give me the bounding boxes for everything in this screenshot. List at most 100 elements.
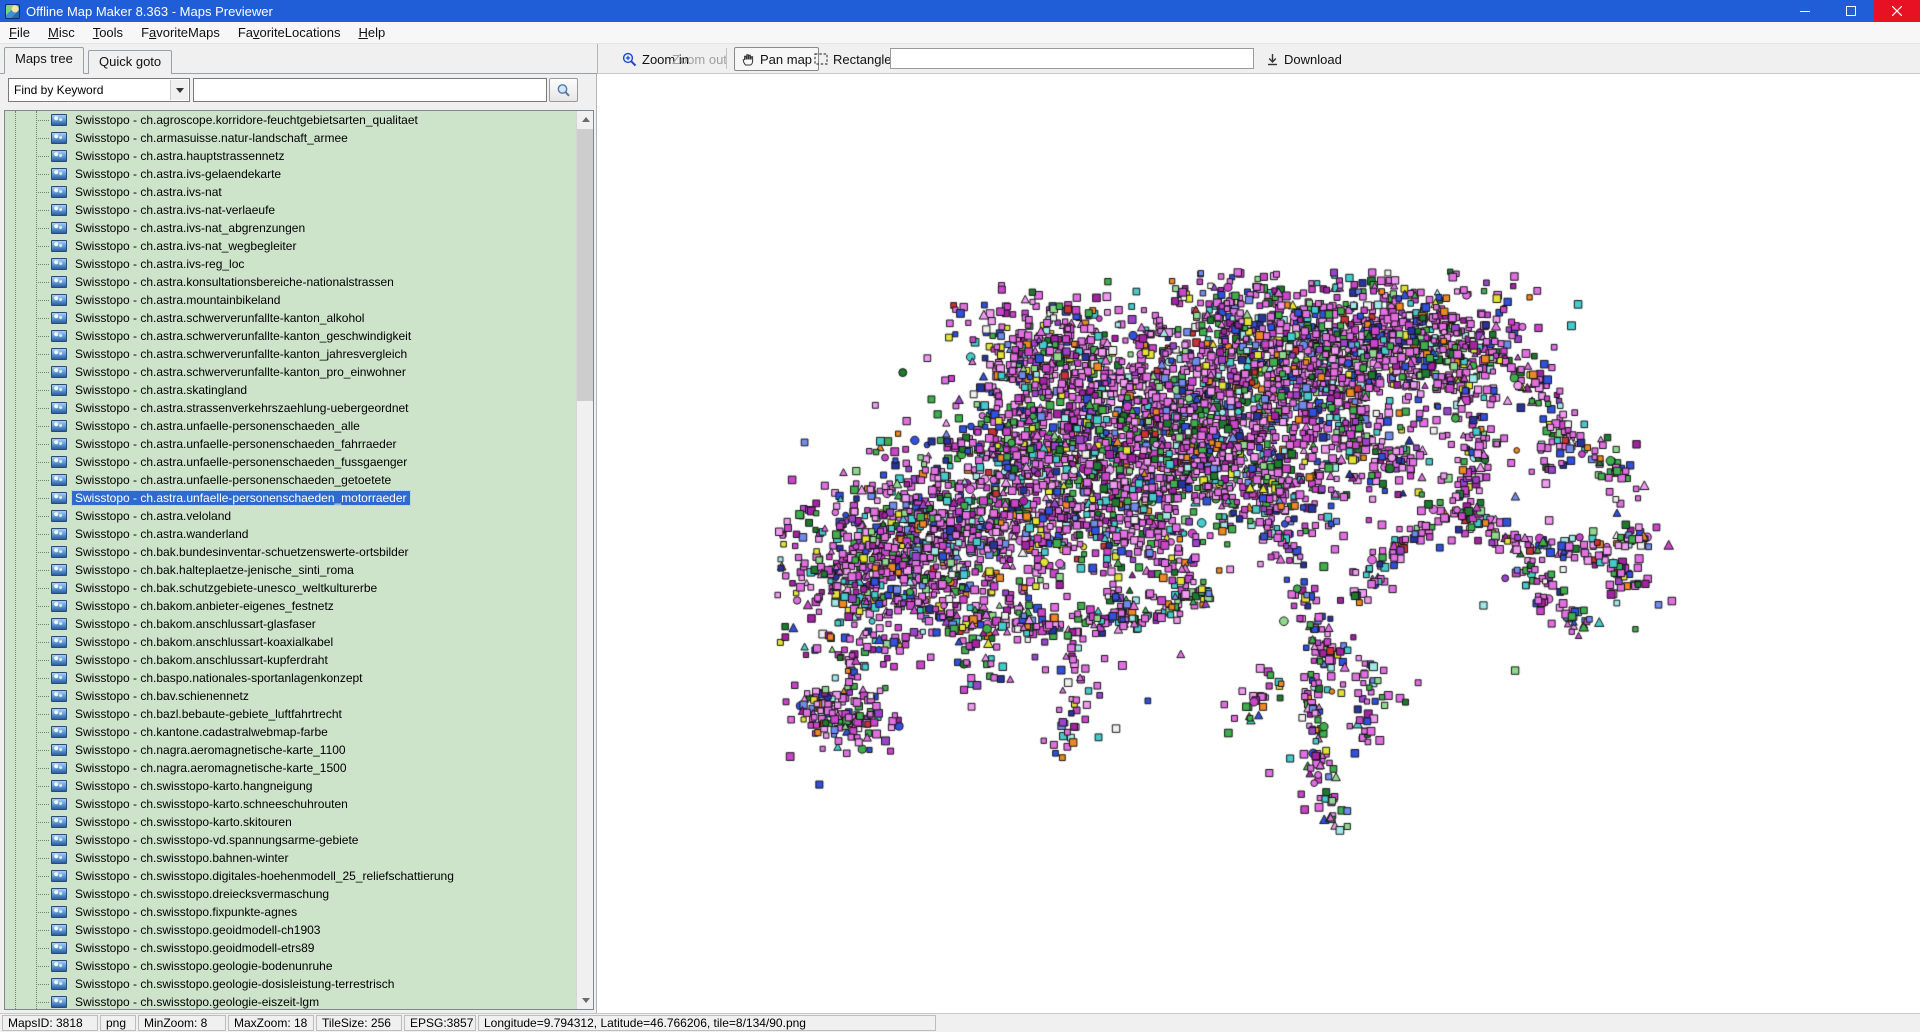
- tree-item[interactable]: Swisstopo - ch.swisstopo-karto.skitouren: [5, 813, 577, 831]
- map-layer-icon: [51, 240, 67, 252]
- tree-item[interactable]: Swisstopo - ch.swisstopo.geologie-eiszei…: [5, 993, 577, 1009]
- tree-item[interactable]: Swisstopo - ch.swisstopo-karto.hangneigu…: [5, 777, 577, 795]
- pan-hand-icon: [742, 54, 754, 66]
- tree-scrollbar[interactable]: [576, 111, 593, 1009]
- tree-item[interactable]: Swisstopo - ch.astra.unfaelle-personensc…: [5, 417, 577, 435]
- tree-item[interactable]: Swisstopo - ch.swisstopo.fixpunkte-agnes: [5, 903, 577, 921]
- menu-item-help[interactable]: Help: [349, 23, 394, 42]
- tree-item[interactable]: Swisstopo - ch.swisstopo.geoidmodell-ch1…: [5, 921, 577, 939]
- tree-item[interactable]: Swisstopo - ch.astra.ivs-nat: [5, 183, 577, 201]
- tab-maps-tree[interactable]: Maps tree: [4, 47, 84, 74]
- tree-item[interactable]: Swisstopo - ch.astra.hauptstrassennetz: [5, 147, 577, 165]
- tab-quick-goto[interactable]: Quick goto: [88, 50, 173, 74]
- rectangle-button[interactable]: Rectangle: [808, 47, 898, 71]
- tree-item[interactable]: Swisstopo - ch.bak.halteplaetze-jenische…: [5, 561, 577, 579]
- pan-map-label: Pan map: [760, 51, 813, 67]
- maximize-button[interactable]: [1828, 0, 1874, 22]
- tree-item[interactable]: Swisstopo - ch.swisstopo.digitales-hoehe…: [5, 867, 577, 885]
- search-input[interactable]: [193, 78, 547, 102]
- tree-item-label: Swisstopo - ch.swisstopo-karto.hangneigu…: [75, 779, 313, 793]
- tree-item[interactable]: Swisstopo - ch.swisstopo.geoidmodell-etr…: [5, 939, 577, 957]
- tree-item[interactable]: Swisstopo - ch.astra.mountainbikeland: [5, 291, 577, 309]
- tree-item-label: Swisstopo - ch.swisstopo.geoidmodell-ch1…: [75, 923, 321, 937]
- tree-item[interactable]: Swisstopo - ch.astra.ivs-nat-verlaeufe: [5, 201, 577, 219]
- map-layer-icon: [51, 186, 67, 198]
- tree-item[interactable]: Swisstopo - ch.swisstopo-karto.schneesch…: [5, 795, 577, 813]
- tree-item[interactable]: Swisstopo - ch.astra.schwerverunfallte-k…: [5, 309, 577, 327]
- tree-item[interactable]: Swisstopo - ch.swisstopo-vd.spannungsarm…: [5, 831, 577, 849]
- tree-item[interactable]: Swisstopo - ch.bak.bundesinventar-schuet…: [5, 543, 577, 561]
- tree-item[interactable]: Swisstopo - ch.astra.schwerverunfallte-k…: [5, 345, 577, 363]
- tree-item-label: Swisstopo - ch.bak.bundesinventar-schuet…: [75, 545, 409, 559]
- tree-item[interactable]: Swisstopo - ch.swisstopo.geologie-bodenu…: [5, 957, 577, 975]
- tree-connector: [36, 336, 49, 337]
- tree-item[interactable]: Swisstopo - ch.swisstopo.dreiecksvermasc…: [5, 885, 577, 903]
- scrollbar-thumb[interactable]: [577, 129, 593, 401]
- tree-item[interactable]: Swisstopo - ch.astra.unfaelle-personensc…: [5, 435, 577, 453]
- tree-item[interactable]: Swisstopo - ch.bakom.anschlussart-kupfer…: [5, 651, 577, 669]
- tree-item-label: Swisstopo - ch.bakom.anschlussart-kupfer…: [75, 653, 328, 667]
- download-button[interactable]: Download: [1260, 47, 1348, 71]
- tree-item[interactable]: Swisstopo - ch.astra.konsultationsbereic…: [5, 273, 577, 291]
- tree-item[interactable]: Swisstopo - ch.bakom.anschlussart-koaxia…: [5, 633, 577, 651]
- tree-item[interactable]: Swisstopo - ch.astra.schwerverunfallte-k…: [5, 327, 577, 345]
- tree-item[interactable]: Swisstopo - ch.astra.ivs-nat_abgrenzunge…: [5, 219, 577, 237]
- tree-item[interactable]: Swisstopo - ch.agroscope.korridore-feuch…: [5, 111, 577, 129]
- tree-connector: [36, 894, 49, 895]
- tree-item[interactable]: Swisstopo - ch.astra.skatingland: [5, 381, 577, 399]
- tree-item[interactable]: Swisstopo - ch.astra.ivs-reg_loc: [5, 255, 577, 273]
- tree-item-label: Swisstopo - ch.astra.ivs-reg_loc: [75, 257, 245, 271]
- menu-item-favoritemaps[interactable]: FavoriteMaps: [132, 23, 229, 42]
- tree-item[interactable]: Swisstopo - ch.astra.unfaelle-personensc…: [5, 471, 577, 489]
- tree-item[interactable]: Swisstopo - ch.bakom.anschlussart-glasfa…: [5, 615, 577, 633]
- tree-item[interactable]: Swisstopo - ch.astra.unfaelle-personensc…: [5, 489, 577, 507]
- menu-item-favoritelocations[interactable]: FavoriteLocations: [229, 23, 350, 42]
- tree-item[interactable]: Swisstopo - ch.armasuisse.natur-landscha…: [5, 129, 577, 147]
- title-bar: Offline Map Maker 8.363 - Maps Previewer: [0, 0, 1920, 22]
- tree-item[interactable]: Swisstopo - ch.bak.schutzgebiete-unesco_…: [5, 579, 577, 597]
- tree-item[interactable]: Swisstopo - ch.astra.unfaelle-personensc…: [5, 453, 577, 471]
- status-bar: MapsID: 3818 png MinZoom: 8 MaxZoom: 18 Tile…: [0, 1013, 1920, 1032]
- pan-map-button[interactable]: Pan map: [734, 47, 820, 71]
- map-canvas[interactable]: [597, 74, 1920, 1013]
- scrollbar-down-button[interactable]: [577, 992, 593, 1009]
- tree-item[interactable]: Swisstopo - ch.astra.strassenverkehrszae…: [5, 399, 577, 417]
- combobox-dropdown-button[interactable]: [170, 80, 188, 100]
- tree-item-label: Swisstopo - ch.astra.schwerverunfallte-k…: [75, 329, 412, 343]
- zoom-out-button[interactable]: Zoom out: [666, 47, 733, 71]
- tree-item-label: Swisstopo - ch.armasuisse.natur-landscha…: [75, 131, 348, 145]
- tree-item[interactable]: Swisstopo - ch.astra.ivs-nat_wegbegleite…: [5, 237, 577, 255]
- tree-item[interactable]: Swisstopo - ch.swisstopo.bahnen-winter: [5, 849, 577, 867]
- tree-item[interactable]: Swisstopo - ch.astra.schwerverunfallte-k…: [5, 363, 577, 381]
- tree-item[interactable]: Swisstopo - ch.astra.veloland: [5, 507, 577, 525]
- tree-item[interactable]: Swisstopo - ch.astra.ivs-gelaendekarte: [5, 165, 577, 183]
- tree-item-label: Swisstopo - ch.astra.mountainbikeland: [75, 293, 281, 307]
- tree-item[interactable]: Swisstopo - ch.nagra.aeromagnetische-kar…: [5, 741, 577, 759]
- tree-item[interactable]: Swisstopo - ch.bazl.bebaute-gebiete_luft…: [5, 705, 577, 723]
- tree-item-label: Swisstopo - ch.astra.ivs-nat_wegbegleite…: [75, 239, 297, 253]
- menu-item-tools[interactable]: Tools: [84, 23, 132, 42]
- map-preview[interactable]: [597, 74, 1920, 1013]
- tree-item[interactable]: Swisstopo - ch.bav.schienennetz: [5, 687, 577, 705]
- map-layer-icon: [51, 798, 67, 810]
- tree-item[interactable]: Swisstopo - ch.swisstopo.geologie-dosisl…: [5, 975, 577, 993]
- tree-item-label: Swisstopo - ch.swisstopo.digitales-hoehe…: [75, 869, 454, 883]
- close-button[interactable]: [1874, 0, 1920, 22]
- scrollbar-up-button[interactable]: [577, 111, 593, 128]
- search-button[interactable]: [549, 78, 578, 102]
- search-mode-combobox[interactable]: Find by Keyword: [8, 78, 190, 102]
- tree-item[interactable]: Swisstopo - ch.nagra.aeromagnetische-kar…: [5, 759, 577, 777]
- tree-item[interactable]: Swisstopo - ch.kantone.cadastralwebmap-f…: [5, 723, 577, 741]
- minimize-button[interactable]: [1782, 0, 1828, 22]
- tree-connector: [36, 678, 49, 679]
- download-label: Download: [1284, 51, 1342, 67]
- tree-item[interactable]: Swisstopo - ch.astra.wanderland: [5, 525, 577, 543]
- tree-connector: [36, 840, 49, 841]
- map-layer-icon: [51, 870, 67, 882]
- menu-item-file[interactable]: File: [0, 23, 39, 42]
- tree-item[interactable]: Swisstopo - ch.baspo.nationales-sportanl…: [5, 669, 577, 687]
- toolbar-input[interactable]: [890, 48, 1254, 69]
- status-cell: TileSize: 256: [316, 1015, 402, 1031]
- tree-item[interactable]: Swisstopo - ch.bakom.anbieter-eigenes_fe…: [5, 597, 577, 615]
- menu-item-misc[interactable]: Misc: [39, 23, 84, 42]
